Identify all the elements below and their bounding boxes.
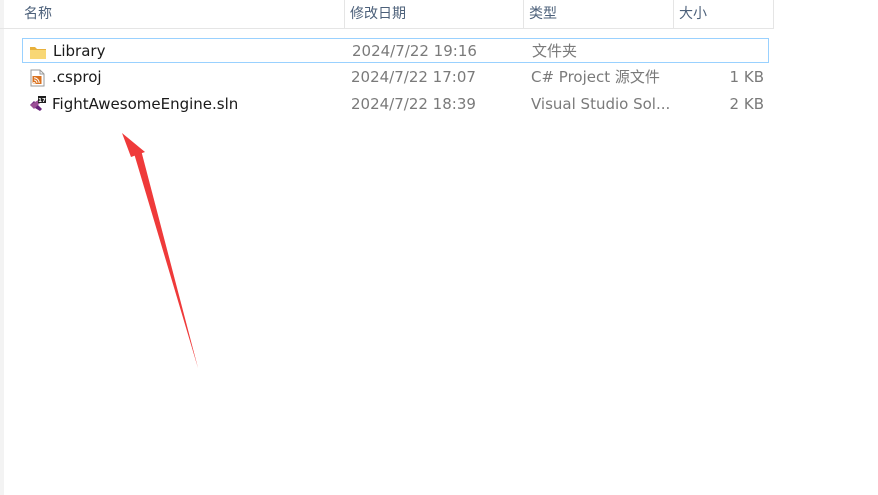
column-header-type[interactable]: 类型	[523, 0, 673, 28]
folder-icon	[30, 47, 46, 59]
navigation-pane-edge	[0, 0, 4, 495]
file-type: C# Project 源文件	[531, 68, 660, 86]
file-size: 1 KB	[729, 68, 764, 86]
visual-studio-solution-icon: 17	[30, 96, 46, 111]
sort-ascending-icon: ⌃	[176, 0, 184, 6]
csproj-file-icon	[30, 69, 45, 87]
file-name: FightAwesomeEngine.sln	[52, 95, 239, 113]
file-modified-date: 2024/7/22 18:39	[351, 95, 476, 113]
column-header-modified[interactable]: 修改日期	[344, 0, 524, 28]
file-explorer: 名称 ⌃ 修改日期 类型 大小 Library 2024/7/22 19:16 …	[0, 0, 878, 495]
column-header-name-label: 名称	[24, 6, 52, 22]
file-name: Library	[53, 42, 106, 60]
column-header-type-label: 类型	[529, 6, 557, 22]
file-row-csproj[interactable]: .csproj 2024/7/22 17:07 C# Project 源文件 1…	[22, 65, 769, 90]
file-type: 文件夹	[532, 42, 578, 60]
file-size: 2 KB	[729, 95, 764, 113]
column-header-modified-label: 修改日期	[350, 6, 406, 22]
file-size	[683, 39, 765, 64]
column-header-size[interactable]: 大小	[673, 0, 773, 28]
svg-text:17: 17	[38, 98, 46, 104]
file-modified-date: 2024/7/22 17:07	[351, 68, 476, 86]
file-row-solution[interactable]: 17 FightAwesomeEngine.sln 2024/7/22 18:3…	[22, 92, 769, 117]
file-name: .csproj	[52, 68, 102, 86]
file-modified-date: 2024/7/22 19:16	[352, 42, 477, 60]
file-type: Visual Studio Sol...	[531, 95, 671, 113]
file-row-library[interactable]: Library 2024/7/22 19:16 文件夹	[22, 38, 769, 63]
column-header-bar: 名称 ⌃ 修改日期 类型 大小	[0, 0, 774, 29]
column-divider[interactable]	[773, 0, 774, 28]
column-header-size-label: 大小	[679, 6, 707, 22]
